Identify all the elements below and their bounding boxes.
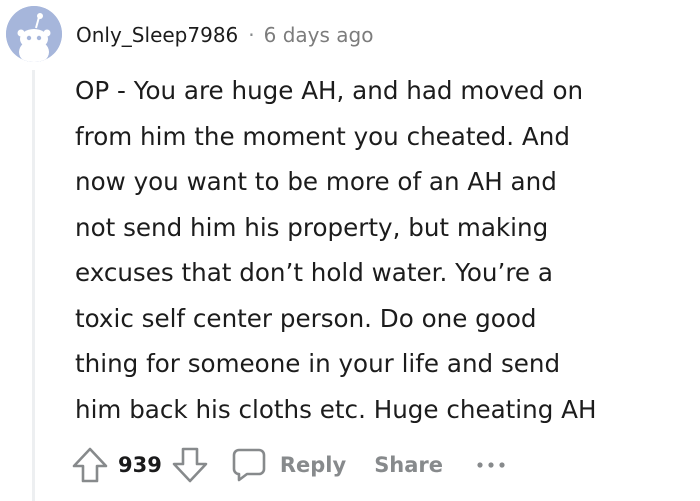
vote-count: 939 <box>118 453 162 477</box>
comment-line: from him the moment you cheated. And <box>75 121 570 151</box>
comment-actions: 939 Reply Share <box>70 440 509 490</box>
reply-button[interactable]: Reply <box>230 446 346 484</box>
more-options-button[interactable] <box>475 450 509 480</box>
arrow-down-icon[interactable] <box>170 445 210 485</box>
snoo-avatar-icon <box>6 6 62 62</box>
avatar[interactable] <box>6 6 62 62</box>
comment-line: not send him his property, but making <box>75 212 549 242</box>
username[interactable]: Only_Sleep7986 <box>76 23 238 47</box>
comment-line: thing for someone in your life and send <box>75 349 561 378</box>
comment-line: now you want to be more of an AH and <box>75 167 557 196</box>
comment-line: excuses that don’t hold water. You’re a <box>75 258 553 287</box>
share-button[interactable]: Share <box>374 453 443 477</box>
timestamp[interactable]: 6 days ago <box>264 23 374 47</box>
thread-line[interactable] <box>32 70 35 501</box>
speech-bubble-icon <box>230 446 268 484</box>
comment-body: OP - You are huge AH, and had moved on f… <box>75 68 695 432</box>
reply-label: Reply <box>279 453 347 477</box>
comment-line: OP - You are huge AH, and had moved on <box>75 76 584 105</box>
comment-line: him back his cloths etc. Huge cheating A… <box>75 394 597 424</box>
more-dots-icon <box>477 462 505 468</box>
comment-line: toxic self center person. Do one good <box>75 303 537 333</box>
meta-separator: · <box>248 23 255 47</box>
arrow-up-icon[interactable] <box>70 445 110 485</box>
comment-meta: Only_Sleep7986 · 6 days ago <box>76 20 373 50</box>
